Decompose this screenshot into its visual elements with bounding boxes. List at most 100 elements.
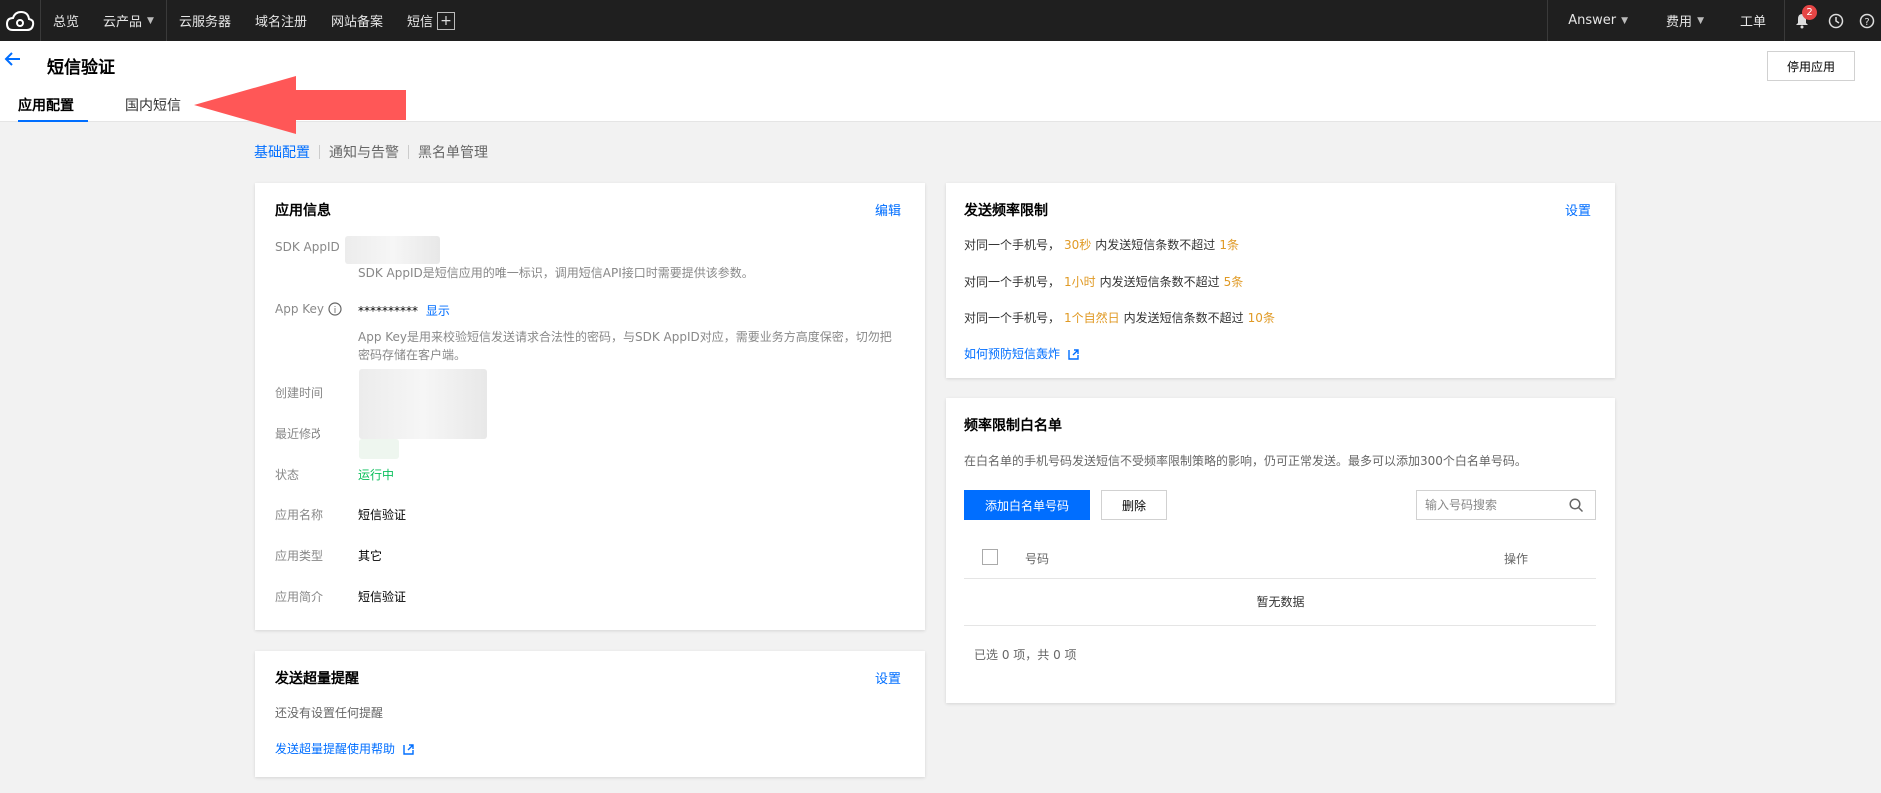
annotation-arrow-icon — [194, 76, 406, 134]
show-key-link[interactable]: 显示 — [426, 304, 450, 318]
sdk-appid-value-redacted — [345, 236, 440, 264]
help-icon: ? — [1859, 13, 1875, 28]
rule-text: 内发送短信条数不超过 — [1099, 275, 1220, 289]
whitelist-description: 在白名单的手机号码发送短信不受频率限制策略的影响，仍可正常发送。最多可以添加30… — [964, 454, 1527, 468]
tab-app-config[interactable]: 应用配置 — [18, 95, 88, 122]
column-header-action: 操作 — [1504, 552, 1529, 566]
nav-account-label: Answer — [1568, 13, 1617, 28]
subnav-basic-config[interactable]: 基础配置 — [254, 142, 310, 162]
rule-period: 1个自然日 — [1064, 311, 1120, 325]
nav-domain-label: 域名注册 — [254, 15, 307, 30]
nav-icp[interactable]: 网站备案 — [319, 0, 395, 41]
search-icon[interactable] — [1569, 497, 1584, 513]
app-intro-label: 应用简介 — [275, 590, 324, 604]
subnav-divider — [408, 145, 409, 159]
nav-products-label: 云产品 — [103, 15, 143, 30]
delete-button[interactable]: 删除 — [1101, 490, 1167, 520]
frequency-rule: 对同一个手机号， 1个自然日 内发送短信条数不超过 10条 — [964, 309, 1279, 326]
app-name-label: 应用名称 — [275, 508, 324, 522]
nav-cvm[interactable]: 云服务器 — [167, 0, 243, 41]
overlimit-settings-link[interactable]: 设置 — [875, 668, 901, 687]
nav-account[interactable]: Answer ▼ — [1548, 0, 1648, 41]
app-key-description: App Key是用来校验短信发送请求合法性的密码，与SDK AppID对应，需要… — [358, 330, 892, 362]
app-type-value: 其它 — [358, 549, 383, 563]
nav-sms[interactable]: 短信 + — [395, 0, 467, 41]
nav-ticket[interactable]: 工单 — [1722, 0, 1784, 41]
table-divider — [964, 578, 1596, 579]
empty-table-text: 暂无数据 — [1256, 595, 1305, 609]
notifications-button[interactable]: 2 — [1785, 0, 1819, 41]
overlimit-reminder-card: 发送超量提醒 设置 还没有设置任何提醒 发送超量提醒使用帮助 — [255, 651, 925, 777]
rule-period: 1小时 — [1064, 275, 1096, 289]
cloud-logo-icon[interactable] — [0, 0, 40, 41]
app-key-value: ********** — [358, 304, 418, 318]
history-button[interactable] — [1819, 0, 1853, 41]
sdk-appid-description: SDK AppID是短信应用的唯一标识，调用短信API接口时需要提供该参数。 — [358, 266, 754, 280]
search-input[interactable] — [1417, 498, 1567, 512]
external-link-icon — [403, 744, 414, 755]
frequency-limit-card: 发送频率限制 设置 对同一个手机号， 30秒 内发送短信条数不超过 1条 对同一个手机… — [946, 183, 1615, 378]
rule-text: 内发送短信条数不超过 — [1095, 238, 1216, 252]
selection-summary: 已选 0 项，共 0 项 — [974, 648, 1077, 662]
nav-overview[interactable]: 总览 — [41, 0, 91, 41]
nav-icp-label: 网站备案 — [330, 15, 383, 30]
tab-domestic-sms[interactable]: 国内短信 — [125, 95, 181, 122]
nav-products[interactable]: 云产品 ▼ — [91, 0, 166, 41]
sms-bombing-help-label: 如何预防短信轰炸 — [964, 347, 1061, 361]
timestamps-redacted — [359, 369, 487, 439]
back-arrow-icon[interactable] — [4, 51, 22, 72]
add-whitelist-button[interactable]: 添加白名单号码 — [964, 490, 1090, 520]
nav-domain[interactable]: 域名注册 — [243, 0, 319, 41]
status-label: 状态 — [275, 468, 300, 482]
rule-count: 1条 — [1219, 238, 1239, 252]
rule-prefix: 对同一个手机号， — [964, 275, 1061, 289]
column-header-number: 号码 — [1025, 552, 1050, 566]
overlimit-empty-text: 还没有设置任何提醒 — [275, 706, 384, 720]
info-icon[interactable]: i — [328, 302, 342, 316]
rule-count: 10条 — [1247, 311, 1275, 325]
chevron-down-icon: ▼ — [1621, 15, 1629, 26]
whitelist-title: 频率限制白名单 — [964, 418, 1062, 434]
subnav-blacklist[interactable]: 黑名单管理 — [418, 142, 488, 162]
search-box — [1416, 490, 1596, 520]
nav-sms-label: 短信 — [407, 15, 434, 30]
nav-cvm-label: 云服务器 — [178, 15, 231, 30]
app-key-value-wrap: ********** 显示 — [358, 302, 450, 319]
overlimit-help-link[interactable]: 发送超量提醒使用帮助 — [275, 740, 414, 757]
nav-ticket-label: 工单 — [1739, 15, 1766, 30]
app-info-title: 应用信息 — [275, 203, 331, 219]
rule-prefix: 对同一个手机号， — [964, 311, 1061, 325]
subnav-notifications[interactable]: 通知与告警 — [329, 142, 399, 162]
nav-billing[interactable]: 费用 ▼ — [1648, 0, 1722, 41]
app-type-label: 应用类型 — [275, 549, 324, 563]
subnav-divider — [319, 145, 320, 159]
stop-app-button[interactable]: 停用应用 — [1767, 51, 1855, 81]
rule-period: 30秒 — [1064, 238, 1092, 252]
sub-navigation: 基础配置 通知与告警 黑名单管理 — [254, 142, 488, 162]
created-time-label: 创建时间 — [275, 386, 324, 400]
app-key-label: App Key — [275, 302, 325, 316]
chevron-down-icon: ▼ — [147, 15, 154, 26]
modified-time-label: 最近修改 — [275, 427, 320, 441]
sms-bombing-help-link[interactable]: 如何预防短信轰炸 — [964, 345, 1079, 362]
help-button[interactable]: ? — [1853, 0, 1881, 41]
frequency-settings-link[interactable]: 设置 — [1565, 200, 1591, 219]
rule-text: 内发送短信条数不超过 — [1123, 311, 1244, 325]
add-shortcut-icon[interactable]: + — [437, 11, 456, 30]
overlimit-help-label: 发送超量提醒使用帮助 — [275, 742, 396, 756]
clock-icon — [1828, 13, 1844, 28]
frequency-rule: 对同一个手机号， 1小时 内发送短信条数不超过 5条 — [964, 273, 1247, 290]
external-link-icon — [1068, 349, 1079, 360]
rule-prefix: 对同一个手机号， — [964, 238, 1061, 252]
chevron-down-icon: ▼ — [1697, 15, 1704, 26]
overlimit-title: 发送超量提醒 — [275, 671, 359, 687]
rule-count: 5条 — [1223, 275, 1244, 289]
select-all-checkbox[interactable] — [982, 549, 998, 565]
whitelist-card: 频率限制白名单 在白名单的手机号码发送短信不受频率限制策略的影响，仍可正常发送。… — [946, 398, 1615, 703]
nav-billing-label: 费用 — [1666, 15, 1693, 30]
edit-link[interactable]: 编辑 — [875, 200, 901, 219]
timestamps-redacted — [359, 439, 399, 459]
app-name-value: 短信验证 — [358, 508, 407, 522]
top-navbar: 总览 云产品 ▼ 云服务器 域名注册 网站备案 短信 + Answer ▼ 费用 ▼ 工… — [0, 0, 1881, 41]
nav-overview-label: 总览 — [53, 15, 80, 30]
